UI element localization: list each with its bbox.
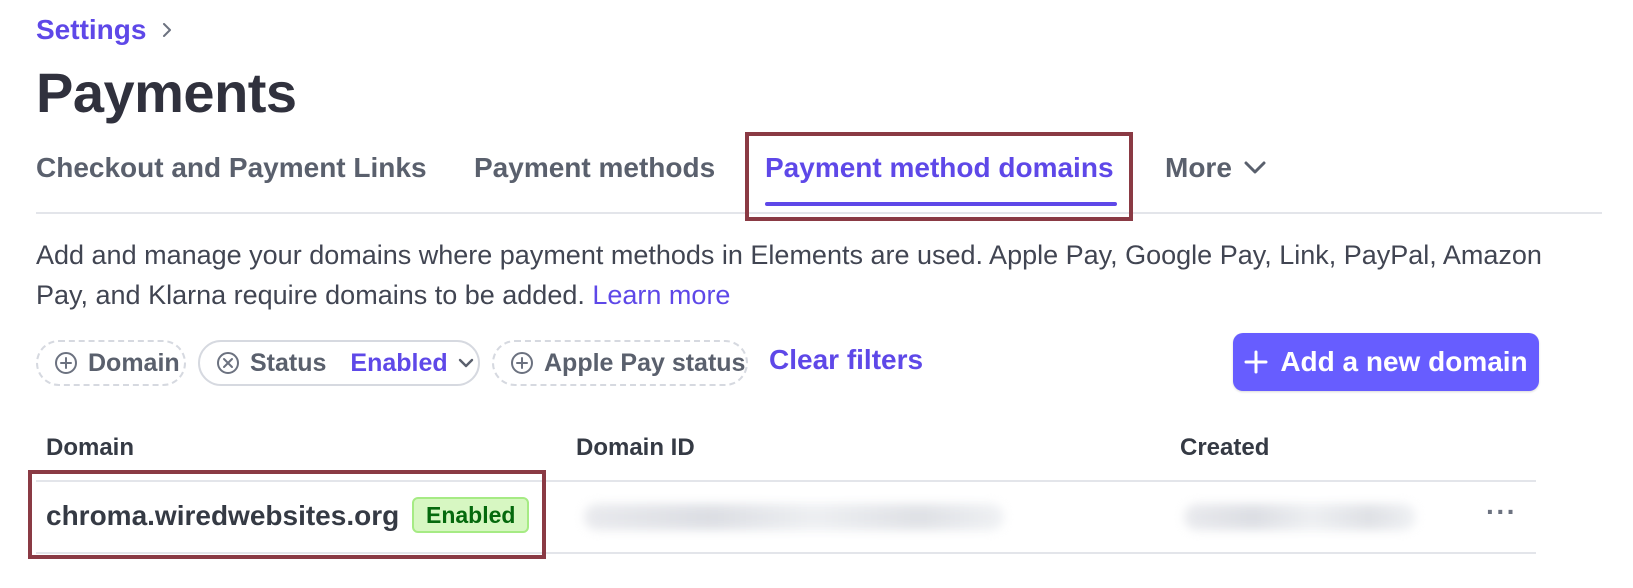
tab-more[interactable]: More	[1165, 152, 1266, 184]
add-new-domain-label: Add a new domain	[1280, 346, 1528, 377]
row-overflow-menu-button[interactable]: ···	[1486, 496, 1517, 528]
chevron-right-icon	[163, 23, 172, 37]
page-description: Add and manage your domains where paymen…	[36, 235, 1576, 315]
tab-checkout-and-payment-links[interactable]: Checkout and Payment Links	[36, 152, 427, 184]
apple-pay-status-filter-chip[interactable]: Apple Pay status	[492, 340, 748, 386]
column-header-created[interactable]: Created	[1180, 434, 1269, 462]
domain-cell: chroma.wiredwebsites.org	[46, 500, 400, 531]
column-header-domain[interactable]: Domain	[46, 434, 134, 462]
domain-filter-label: Domain	[88, 348, 180, 377]
table-row[interactable]: chroma.wiredwebsites.org Enabled ···	[28, 470, 1536, 559]
status-badge: Enabled	[412, 497, 530, 533]
payments-settings-page: Settings Payments Checkout and Payment L…	[28, 0, 1602, 588]
page-title: Payments	[36, 61, 297, 124]
column-header-domain-id[interactable]: Domain ID	[576, 434, 695, 462]
tab-more-label: More	[1165, 152, 1232, 183]
tab-bar: Checkout and Payment Links Payment metho…	[36, 132, 1602, 221]
tab-payment-method-domains[interactable]: Payment method domains	[765, 152, 1114, 184]
active-tab-indicator	[765, 202, 1117, 206]
domain-id-redacted	[584, 504, 1004, 530]
add-new-domain-button[interactable]: Add a new domain	[1233, 333, 1539, 391]
plus-circle-icon	[511, 352, 533, 374]
status-filter-value: Enabled	[350, 348, 448, 377]
tab-payment-methods[interactable]: Payment methods	[474, 152, 715, 184]
plus-circle-icon	[55, 352, 77, 374]
learn-more-link[interactable]: Learn more	[592, 280, 730, 310]
status-filter-label: Status	[250, 348, 327, 377]
chevron-down-icon	[458, 358, 473, 368]
breadcrumb-settings-link[interactable]: Settings	[36, 14, 146, 46]
clear-circle-icon[interactable]	[216, 351, 240, 375]
description-text: Add and manage your domains where paymen…	[36, 240, 1542, 310]
apple-pay-filter-label: Apple Pay status	[544, 348, 746, 377]
domain-filter-chip[interactable]: Domain	[36, 340, 186, 386]
status-filter-chip[interactable]: Status Enabled	[198, 340, 480, 386]
table-header: Domain Domain ID Created	[36, 418, 1536, 482]
clear-filters-link[interactable]: Clear filters	[769, 344, 923, 376]
plus-icon	[1244, 350, 1268, 374]
breadcrumb: Settings	[36, 14, 174, 46]
chevron-down-icon	[1244, 161, 1266, 174]
created-date-redacted	[1184, 504, 1416, 530]
